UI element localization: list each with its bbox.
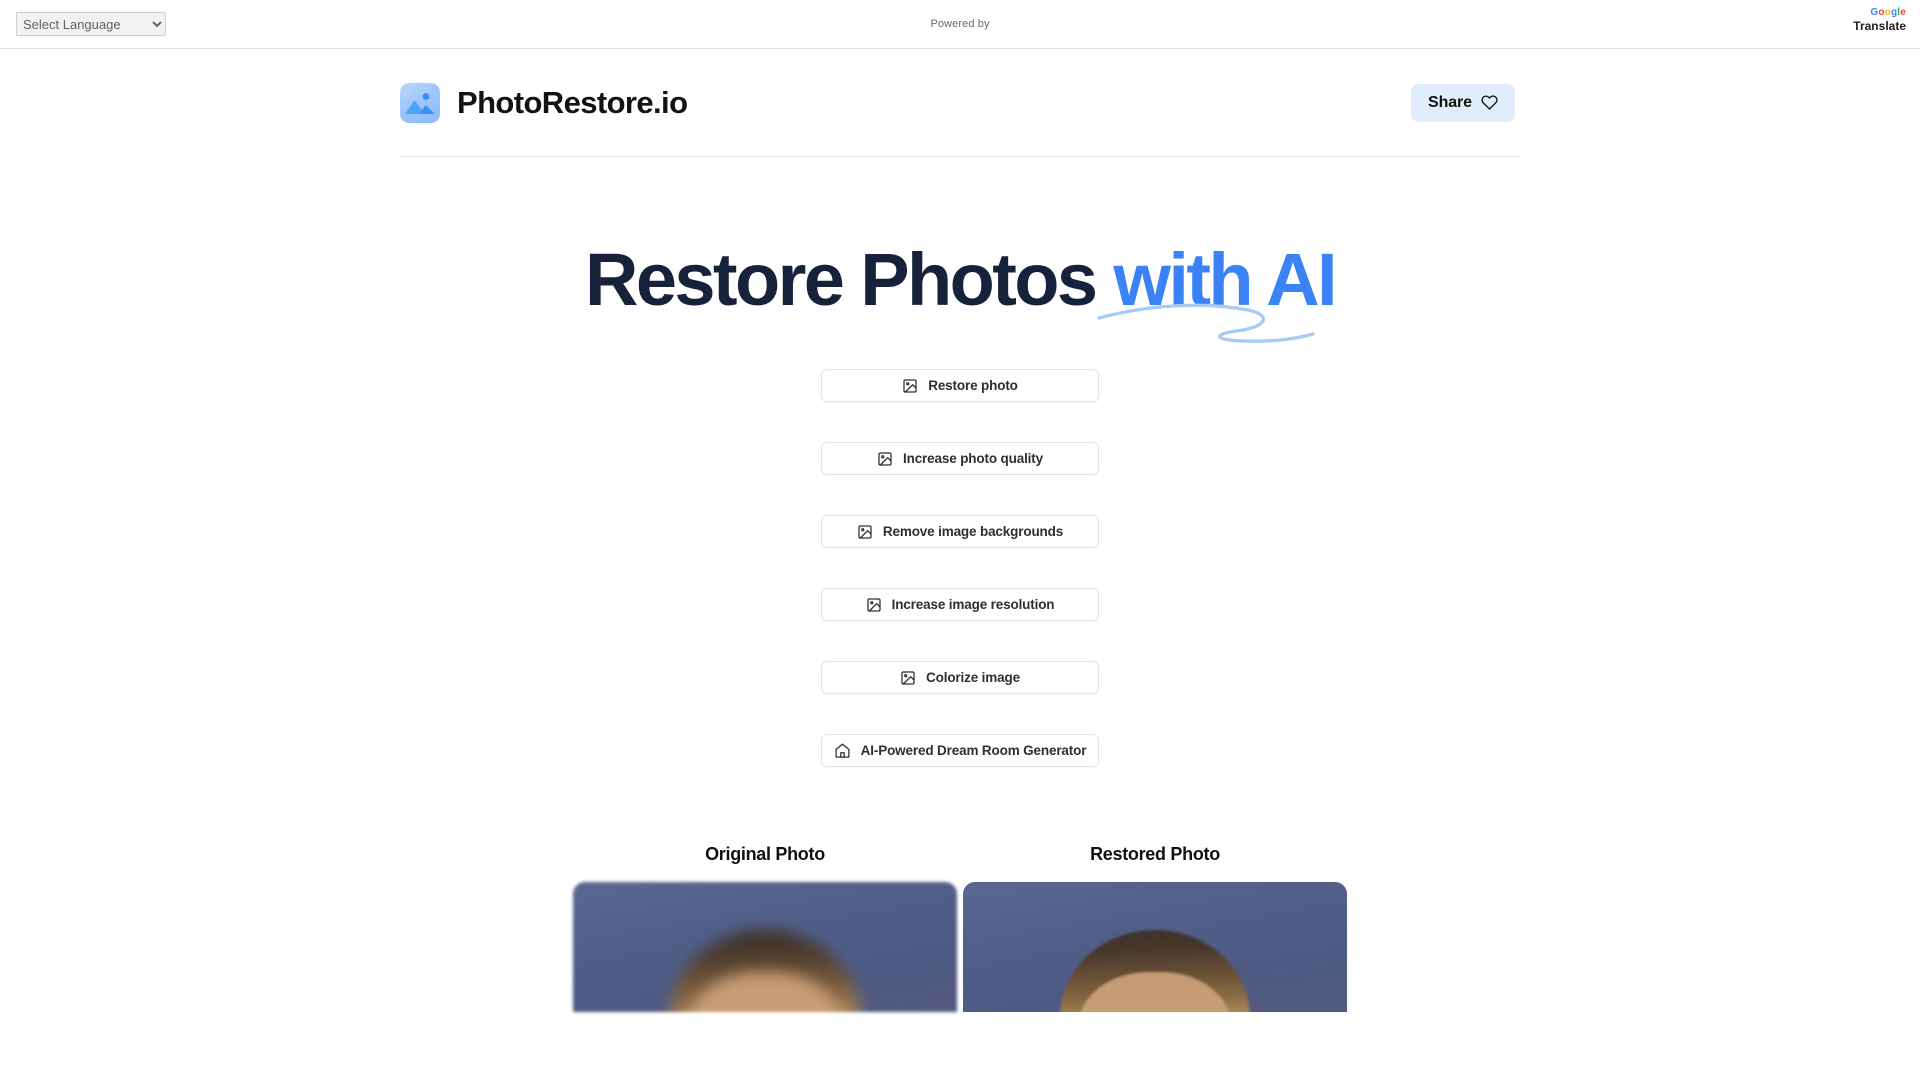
image-icon bbox=[877, 451, 893, 467]
powered-by-label: Powered by bbox=[930, 18, 990, 30]
restored-photo-caption: Restored Photo bbox=[1090, 844, 1220, 864]
action-button-list: Restore photo Increase photo quality Rem… bbox=[380, 369, 1540, 767]
brand-logo-group[interactable]: PhotoRestore.io bbox=[400, 82, 688, 123]
google-translate-bar: Select Language Powered by Google Transl… bbox=[0, 0, 1920, 49]
image-icon bbox=[866, 597, 882, 613]
restore-photo-button[interactable]: Restore photo bbox=[821, 369, 1099, 402]
google-translate-brand: Google Translate bbox=[1853, 6, 1906, 35]
brand-name: PhotoRestore.io bbox=[457, 84, 688, 120]
content-container: PhotoRestore.io Share Restore Photos wit… bbox=[380, 49, 1540, 1012]
original-photo-image[interactable] bbox=[573, 882, 957, 1012]
restored-photo-image[interactable] bbox=[963, 882, 1347, 1012]
image-icon bbox=[857, 524, 873, 540]
headline-accent: with AI bbox=[1113, 238, 1337, 321]
site-header: PhotoRestore.io Share bbox=[380, 49, 1540, 156]
page-body: PhotoRestore.io Share Restore Photos wit… bbox=[0, 49, 1920, 1080]
image-icon bbox=[902, 378, 918, 394]
remove-image-backgrounds-button[interactable]: Remove image backgrounds bbox=[821, 515, 1099, 548]
action-button-label: Remove image backgrounds bbox=[882, 524, 1064, 539]
photo-comparison-section: Original Photo Restored Photo bbox=[380, 844, 1540, 1012]
heart-icon bbox=[1481, 94, 1498, 111]
action-button-label: Increase image resolution bbox=[891, 597, 1055, 612]
photo-logo-icon bbox=[400, 82, 440, 123]
share-button-label: Share bbox=[1428, 93, 1472, 111]
home-icon bbox=[834, 742, 851, 759]
increase-image-resolution-button[interactable]: Increase image resolution bbox=[821, 588, 1099, 621]
google-wordmark: Google bbox=[1870, 7, 1906, 18]
original-photo-column: Original Photo bbox=[573, 844, 957, 1012]
original-photo-caption: Original Photo bbox=[705, 844, 825, 864]
share-button[interactable]: Share bbox=[1411, 83, 1515, 122]
translate-wordmark: Translate bbox=[1853, 19, 1906, 34]
restored-photo-column: Restored Photo bbox=[963, 844, 1347, 1012]
colorize-image-button[interactable]: Colorize image bbox=[821, 661, 1099, 694]
image-icon bbox=[900, 670, 916, 686]
action-button-label: AI-Powered Dream Room Generator bbox=[860, 743, 1087, 758]
action-button-label: Colorize image bbox=[926, 670, 1020, 685]
hero-section: Restore Photos with AI Restore photo Inc… bbox=[380, 157, 1540, 767]
action-button-label: Increase photo quality bbox=[903, 451, 1043, 466]
headline-main: Restore Photos bbox=[584, 238, 1114, 321]
page-title: Restore Photos with AI bbox=[585, 243, 1338, 343]
dream-room-generator-button[interactable]: AI-Powered Dream Room Generator bbox=[821, 734, 1099, 767]
action-button-label: Restore photo bbox=[928, 378, 1018, 393]
increase-photo-quality-button[interactable]: Increase photo quality bbox=[821, 442, 1099, 475]
